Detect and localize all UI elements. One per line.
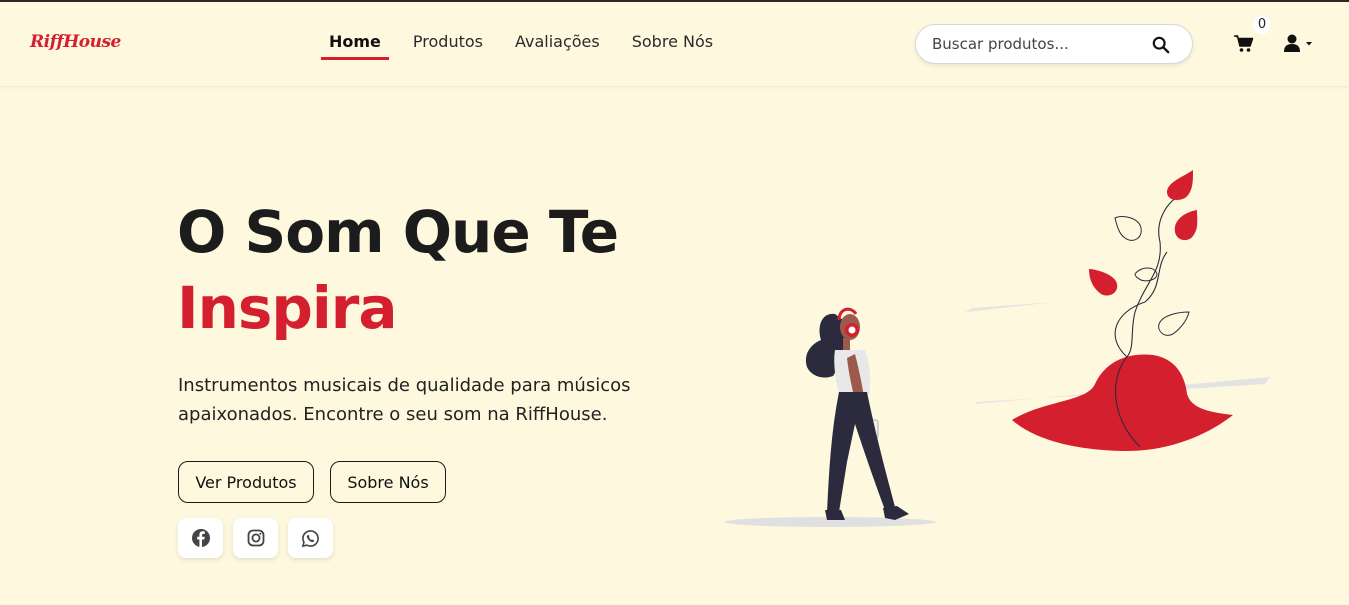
plant-stem <box>1114 251 1168 358</box>
cart-count-badge: 0 <box>1253 16 1271 34</box>
facebook-button[interactable] <box>178 518 223 558</box>
instagram-icon <box>247 529 264 547</box>
whatsapp-button[interactable] <box>288 518 333 558</box>
hero-title: O Som Que Te Inspira <box>177 194 619 346</box>
facebook-icon <box>191 529 210 547</box>
whatsapp-icon <box>301 529 319 547</box>
instagram-button[interactable] <box>233 518 278 558</box>
nav-avaliacoes[interactable]: Avaliações <box>507 30 608 57</box>
outline-leaf <box>1158 311 1190 336</box>
red-leaf <box>1167 170 1193 200</box>
hero-title-line1: O Som Que Te <box>177 198 619 266</box>
red-leaf <box>1089 269 1118 296</box>
red-blob-shape <box>1012 354 1233 452</box>
ver-produtos-button[interactable]: Ver Produtos <box>178 461 314 503</box>
sobre-nos-button[interactable]: Sobre Nós <box>330 461 446 503</box>
wind-streak <box>965 302 1055 312</box>
search-input[interactable] <box>930 34 1144 54</box>
nav-produtos[interactable]: Produtos <box>405 30 491 57</box>
main-nav: Home Produtos Avaliações Sobre Nós <box>321 30 737 60</box>
caret-down-icon <box>1306 42 1312 46</box>
nav-sobre-nos[interactable]: Sobre Nós <box>624 30 721 57</box>
search-icon[interactable] <box>1152 36 1170 54</box>
hero-subtitle: Instrumentos musicais de qualidade para … <box>178 375 631 425</box>
user-icon <box>1284 34 1300 52</box>
cart-icon[interactable] <box>1234 35 1254 53</box>
hero-title-accent: Inspira <box>177 274 398 342</box>
woman-with-headphones <box>805 307 909 520</box>
search-box <box>915 24 1193 64</box>
outline-leaf <box>1114 215 1142 241</box>
red-leaf <box>1174 210 1198 241</box>
logo[interactable]: RiffHouse <box>30 32 121 52</box>
nav-home[interactable]: Home <box>321 30 389 60</box>
navbar: RiffHouse Home Produtos Avaliações Sobre… <box>0 2 1349 86</box>
hero-illustration <box>724 170 1270 527</box>
user-menu[interactable] <box>1283 33 1317 53</box>
